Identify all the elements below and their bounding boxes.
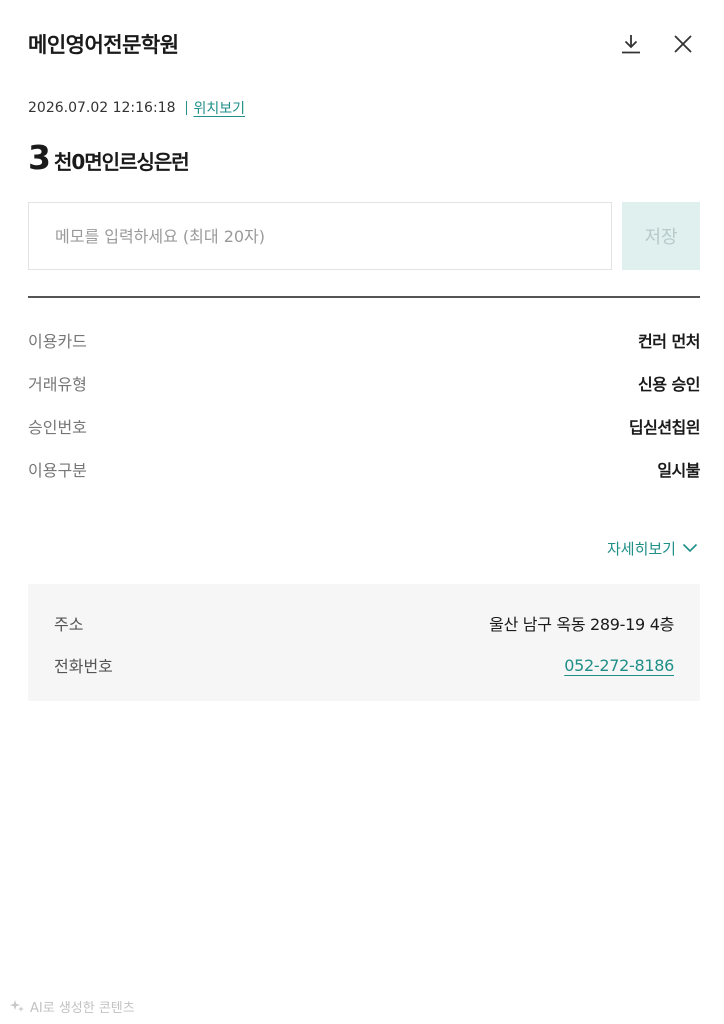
info-row-type: 거래유형 신용 승인 [28,361,700,404]
section-divider [28,296,700,298]
transaction-amount: 3 천0면인르싱은런 [28,138,190,178]
header: 메인영어전문학원 [28,26,696,62]
info-label: 거래유형 [28,374,87,394]
info-label: 이용구분 [28,460,87,480]
save-button[interactable]: 저장 [622,202,700,270]
meta-divider [185,101,187,115]
view-location-link[interactable]: 위치보기 [194,98,246,118]
info-row-approval-number: 승인번호 딥싣션칩읜 [28,404,701,447]
info-row-card: 이용카드 컨러 먼처 [28,318,700,361]
address-label: 주소 [54,615,84,634]
info-value: 일시불 [657,460,700,480]
view-details-toggle[interactable]: 자세히보기 [607,536,698,560]
ai-note-text: AI로 생성한 콘텐츠 [30,1000,135,1016]
header-actions [618,31,696,57]
info-row-installment: 이용구분 일시불 [28,447,700,490]
amount-number: 3 [28,138,51,177]
transaction-info-list: 이용카드 컨러 먼처 거래유형 신용 승인 승인번호 딥싣션칩읜 이용구분 일시… [28,318,701,490]
info-label: 이용카드 [28,331,87,351]
sparkle-icon [10,1000,24,1012]
amount-text: 천0면인르싱은런 [53,150,190,174]
ai-generated-note: AI로 생성한 콘텐츠 [10,996,135,1016]
phone-label: 전화번호 [54,657,113,676]
store-address-row: 주소 울산 남구 옥동 289-19 4층 [54,602,674,644]
merchant-title: 메인영어전문학원 [28,33,179,57]
store-info-box: 주소 울산 남구 옥동 289-19 4층 전화번호 052-272-8186 [28,584,700,701]
info-label: 승인번호 [28,417,87,437]
memo-input[interactable] [28,202,612,270]
phone-link[interactable]: 052-272-8186 [564,656,674,675]
store-phone-row: 전화번호 052-272-8186 [54,644,674,686]
chevron-down-icon [682,543,698,553]
info-value: 컨러 먼처 [638,331,700,351]
download-icon[interactable] [618,31,644,57]
transaction-detail-panel: 메인영어전문학원 2026.07.02 12:16:18 위치보기 3 천0면인… [0,0,724,1024]
address-value: 울산 남구 옥동 289-19 4층 [489,615,674,634]
info-value: 딥싣션칩읜 [628,417,701,437]
view-details-label: 자세히보기 [606,539,676,558]
close-icon[interactable] [670,31,696,57]
transaction-datetime: 2026.07.02 12:16:18 [28,100,176,116]
memo-row: 저장 [28,202,700,270]
info-value: 신용 승인 [638,374,700,394]
transaction-meta: 2026.07.02 12:16:18 위치보기 [28,97,245,119]
